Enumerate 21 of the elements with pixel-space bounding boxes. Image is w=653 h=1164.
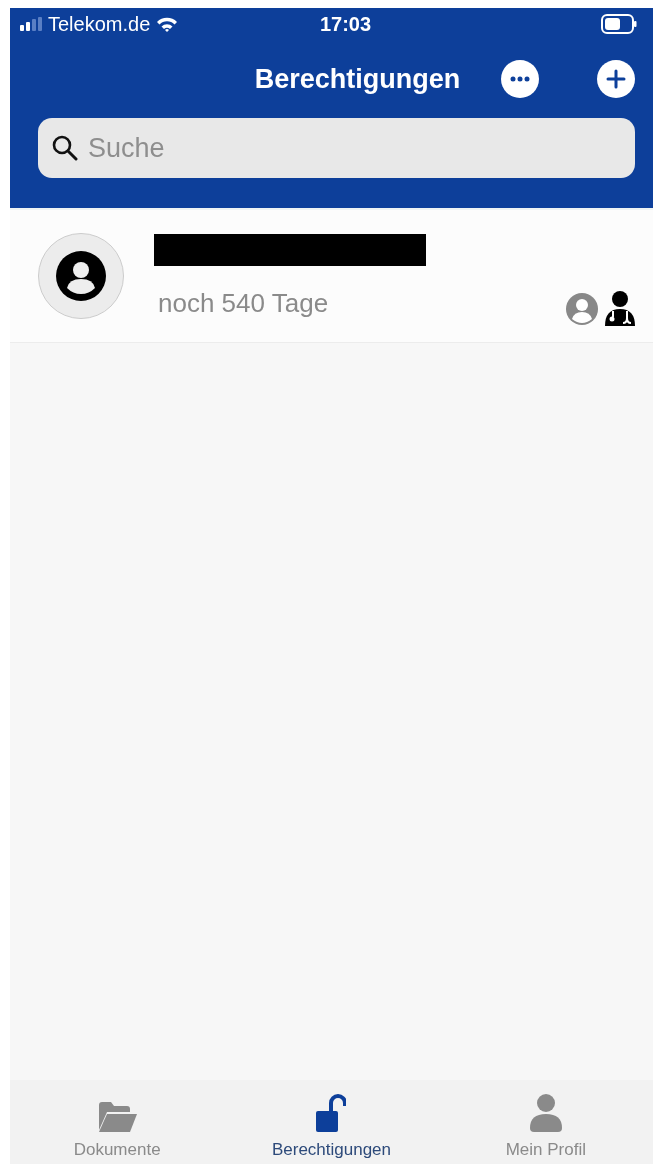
- screen-title: Berechtigungen: [254, 63, 461, 95]
- person-icon: [565, 292, 599, 326]
- search-icon: [52, 135, 78, 161]
- person-icon: [529, 1094, 562, 1132]
- lock-icon: [316, 1094, 347, 1132]
- user-icon: [56, 251, 106, 301]
- add-icon[interactable]: [597, 60, 635, 98]
- tab[interactable]: Mein Profil: [438, 1080, 653, 1164]
- permission-row[interactable]: noch 540 Tage: [10, 208, 653, 343]
- tab[interactable]: Berechtigungen: [224, 1080, 439, 1164]
- folder-icon: [97, 1102, 138, 1132]
- signal-icon: [20, 17, 42, 31]
- tab[interactable]: Dokumente: [10, 1080, 225, 1164]
- clock-time: 17:03: [319, 12, 372, 36]
- battery-icon: [601, 14, 637, 34]
- more-icon[interactable]: [501, 60, 539, 98]
- carrier-name: Telekom.de: [48, 12, 151, 36]
- search-field[interactable]: Suche: [38, 118, 635, 178]
- wifi-icon: [156, 16, 179, 32]
- remaining-time: noch 540 Tage: [158, 287, 330, 319]
- doctor-icon: [603, 290, 637, 326]
